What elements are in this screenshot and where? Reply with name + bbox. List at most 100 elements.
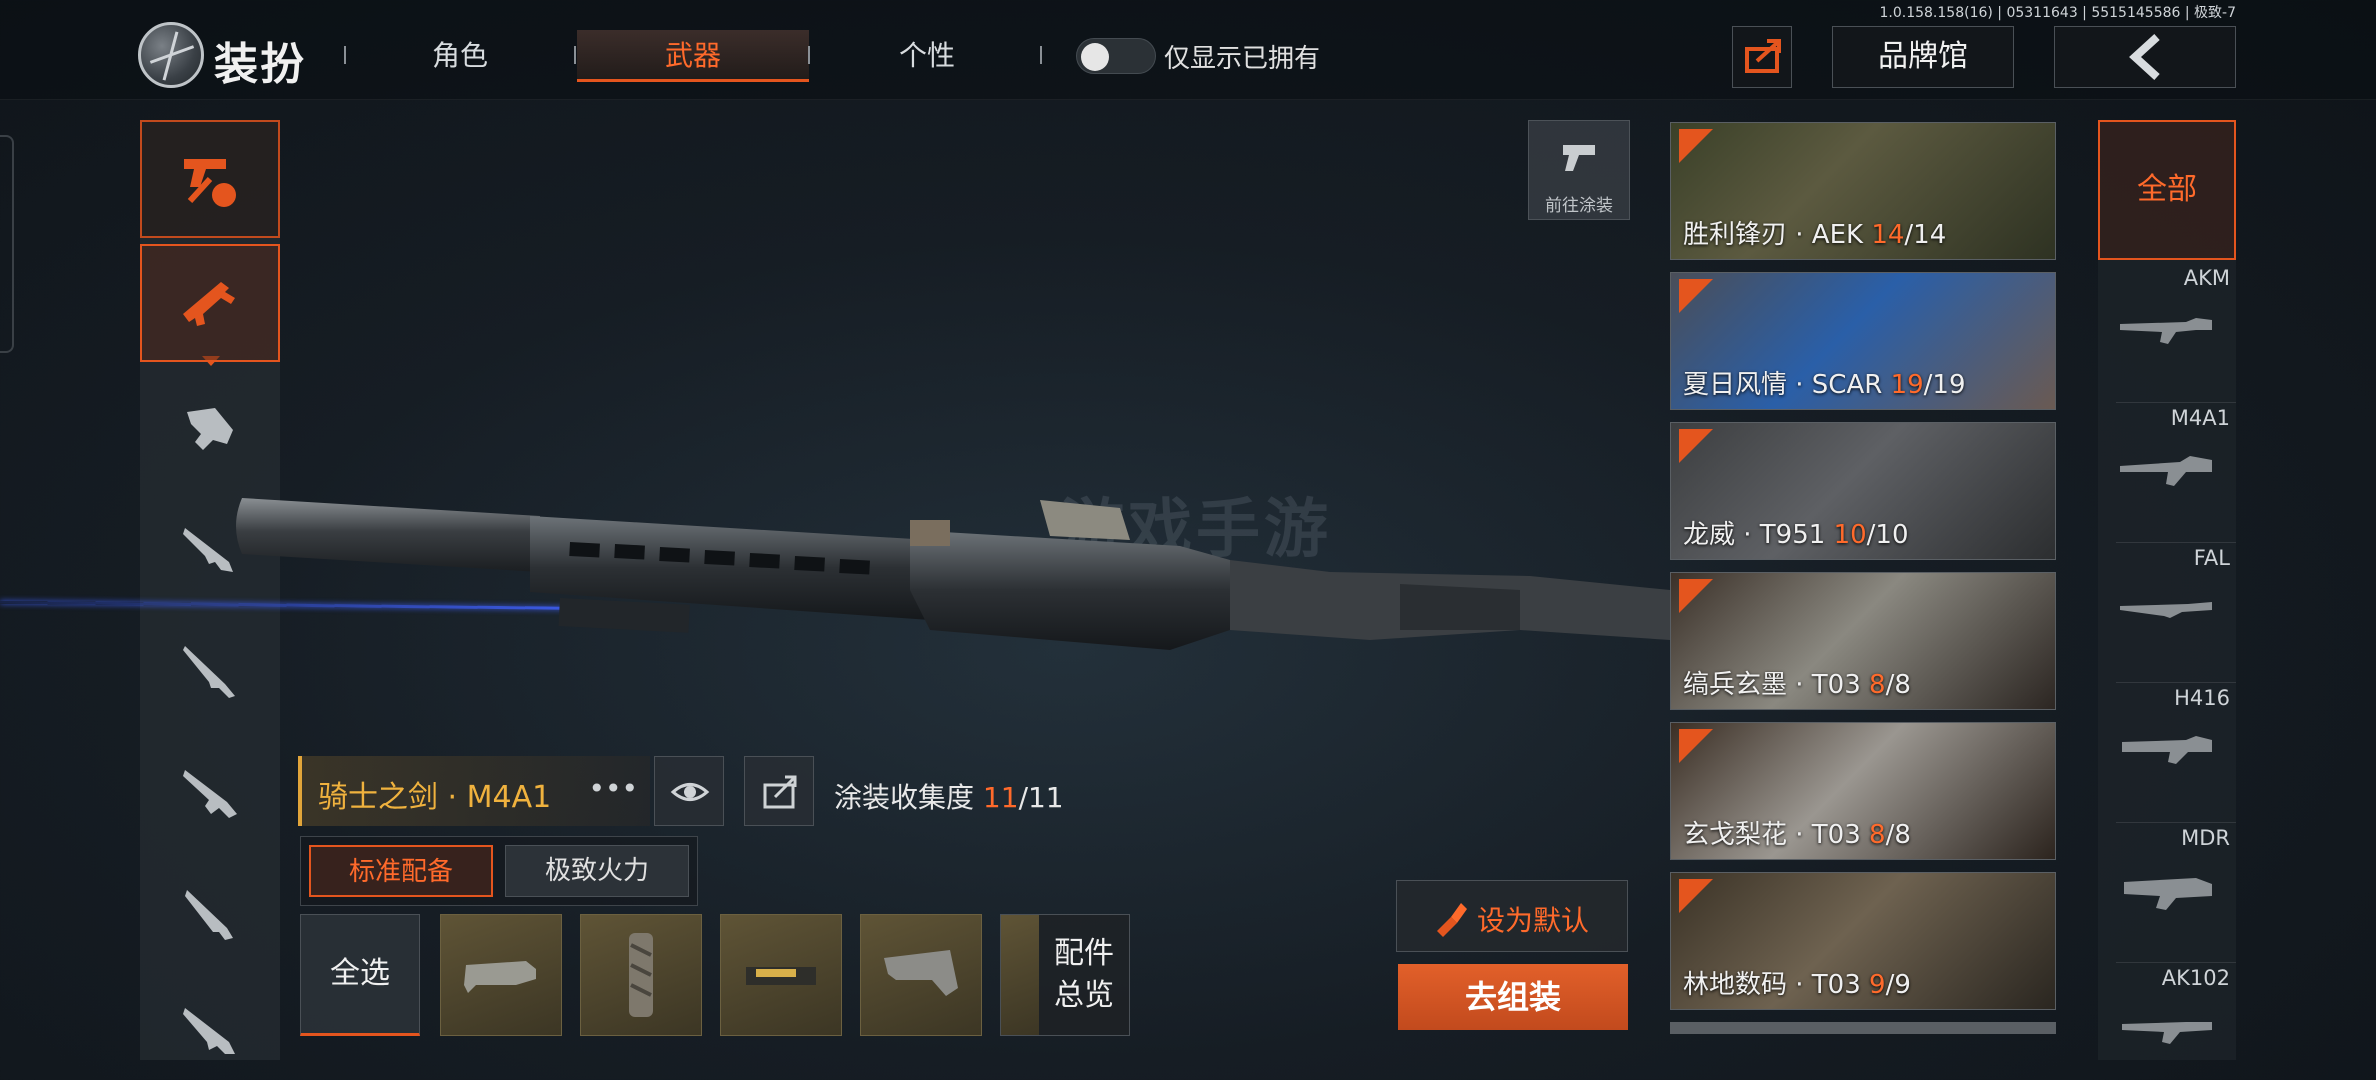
skin-name: 骑士之剑 · M4A1: [318, 780, 552, 815]
collection-current: 11: [982, 781, 1019, 814]
stock-attachment-icon: [884, 950, 958, 996]
skin-card-owned: 14: [1871, 220, 1905, 250]
skin-card-t03-b[interactable]: 玄戈梨花 · T03 8/8: [1670, 722, 2056, 860]
category-rifle[interactable]: [140, 854, 280, 972]
paint-badge-icon: [1679, 879, 1713, 913]
divider: [574, 46, 576, 64]
skin-card-partial: [1670, 1022, 2056, 1034]
back-button[interactable]: [2054, 26, 2236, 88]
assault-rifle-icon: [183, 282, 235, 326]
skin-card-title: 龙威 · T951: [1683, 520, 1834, 550]
m4a1-weapon-model: [236, 498, 1670, 650]
attachments-overview-label: 配件总览: [1054, 936, 1114, 1013]
skin-card-aek[interactable]: 胜利锋刃 · AEK 14/14: [1670, 122, 2056, 260]
share-icon: [763, 775, 797, 809]
tab-personality[interactable]: 个性: [811, 30, 1043, 82]
set-default-button[interactable]: 设为默认: [1396, 880, 1628, 952]
mode-standard-button[interactable]: 标准配备: [309, 845, 493, 897]
category-smg[interactable]: [140, 366, 280, 484]
skin-card-total: /8: [1885, 820, 1911, 850]
attachment-light-slot[interactable]: [720, 914, 842, 1036]
share-icon: [1745, 39, 1781, 73]
back-arrow-icon: [2129, 34, 2160, 80]
collection-progress: 涂装收集度 11/11: [834, 776, 1064, 816]
filter-weapon-akm[interactable]: AKM: [2098, 262, 2236, 392]
skin-card-label: 缟兵玄墨 · T03 8/8: [1683, 664, 1911, 701]
globe-logo-icon: [138, 22, 204, 88]
share-button[interactable]: [1732, 26, 1792, 88]
skin-card-label: 龙威 · T951 10/10: [1683, 514, 1909, 551]
skin-card-t951[interactable]: 龙威 · T951 10/10: [1670, 422, 2056, 560]
more-options-icon[interactable]: •••: [588, 772, 638, 805]
skin-card-total: /9: [1885, 970, 1911, 1000]
attachment-grip-slot[interactable]: [580, 914, 702, 1036]
skin-card-total: /8: [1885, 670, 1911, 700]
filter-weapon-fal[interactable]: FAL: [2098, 542, 2236, 672]
m4a1-icon: [2120, 456, 2212, 486]
go-assemble-button[interactable]: 去组装: [1398, 964, 1628, 1030]
flashlight-attachment-icon: [746, 967, 816, 985]
brand-hall-button[interactable]: 品牌馆: [1832, 26, 2014, 88]
select-all-button[interactable]: 全选: [300, 914, 420, 1036]
preview-button[interactable]: [654, 756, 724, 826]
skin-card-total: /10: [1866, 520, 1909, 550]
skin-card-total: /14: [1904, 220, 1947, 250]
lmg-icon: [183, 1008, 235, 1054]
divider: [808, 46, 810, 64]
divider: [2116, 822, 2236, 823]
go-to-paint-label: 前往涂装: [1545, 196, 1613, 216]
set-default-label: 设为默认: [1477, 904, 1590, 937]
spray-gun-icon: [1563, 145, 1595, 171]
filter-weapon-m4a1[interactable]: M4A1: [2098, 402, 2236, 532]
h416-icon: [2122, 736, 2212, 764]
attachment-stock-slot[interactable]: [860, 914, 982, 1036]
filter-all-button[interactable]: 全部: [2098, 120, 2236, 260]
divider: [2116, 962, 2236, 963]
mdr-icon: [2124, 878, 2212, 910]
filter-weapon-h416[interactable]: H416: [2098, 682, 2236, 812]
brand-hall-label: 品牌馆: [1878, 39, 1968, 74]
skin-card-t03-a[interactable]: 缟兵玄墨 · T03 8/8: [1670, 572, 2056, 710]
category-assault-rifle[interactable]: [140, 244, 280, 362]
divider: [2116, 402, 2236, 403]
tab-role[interactable]: 角色: [344, 30, 576, 82]
skin-card-title: 玄戈梨花 · T03: [1683, 820, 1870, 850]
akm-icon: [2120, 318, 2212, 344]
left-edge-handle: [0, 135, 14, 353]
category-marksman[interactable]: [140, 732, 280, 850]
go-to-paint-button[interactable]: 前往涂装: [1528, 120, 1630, 220]
page-title: 装扮: [214, 39, 306, 90]
skin-card-label: 林地数码 · T03 9/9: [1683, 964, 1911, 1001]
skin-card-owned: 10: [1833, 520, 1867, 550]
divider: [1040, 46, 1042, 64]
toggle-knob: [1081, 43, 1109, 71]
attachment-muzzle-slot[interactable]: [440, 914, 562, 1036]
skin-card-label: 夏日风情 · SCAR 19/19: [1683, 364, 1966, 401]
skin-card-owned: 19: [1890, 370, 1924, 400]
weapon-name: AKM: [2183, 266, 2230, 290]
mode-extreme-button[interactable]: 极致火力: [505, 845, 689, 897]
attachments-overview-button[interactable]: 配件总览: [1000, 914, 1130, 1036]
weapon-name: FAL: [2193, 546, 2230, 570]
skin-name-box: 骑士之剑 · M4A1 •••: [298, 756, 650, 826]
brush-icon: [1437, 903, 1467, 937]
skin-card-owned: 8: [1869, 820, 1886, 850]
filter-weapon-ak102[interactable]: AK102: [2098, 962, 2236, 1080]
skin-card-title: 胜利锋刃 · AEK: [1683, 220, 1872, 250]
owned-only-toggle[interactable]: [1076, 38, 1156, 74]
paint-badge-icon: [1679, 429, 1713, 463]
skin-card-scar[interactable]: 夏日风情 · SCAR 19/19: [1670, 272, 2056, 410]
share-skin-button[interactable]: [744, 756, 814, 826]
smg-icon: [187, 408, 233, 450]
category-lmg[interactable]: [140, 970, 280, 1080]
tab-weapon[interactable]: 武器: [577, 30, 809, 82]
skin-card-label: 玄戈梨花 · T03 8/8: [1683, 814, 1911, 851]
skin-card-owned: 8: [1869, 670, 1886, 700]
skin-card-t03-c[interactable]: 林地数码 · T03 9/9: [1670, 872, 2056, 1010]
filter-weapon-mdr[interactable]: MDR: [2098, 822, 2236, 952]
skin-card-total: /19: [1923, 370, 1966, 400]
rifle-icon: [185, 890, 233, 940]
category-all-weapons[interactable]: [140, 120, 280, 238]
marksman-rifle-icon: [183, 770, 237, 818]
divider: [2116, 542, 2236, 543]
